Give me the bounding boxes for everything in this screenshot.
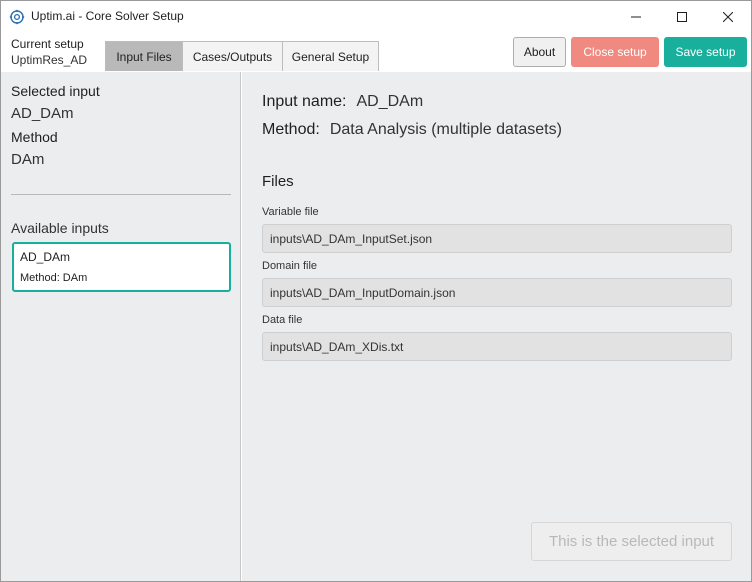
method-label: Method [11,129,58,145]
tab-general-setup[interactable]: General Setup [282,41,379,71]
files-title: Files [262,173,294,190]
about-button[interactable]: About [513,37,566,67]
available-inputs-label: Available inputs [11,220,109,236]
title-bar: Uptim.ai - Core Solver Setup [1,1,751,32]
variable-file-label: Variable file [262,206,319,218]
list-item-input-ad-dam[interactable]: AD_DAm Method: DAm [12,242,231,292]
tab-cases-outputs[interactable]: Cases/Outputs [182,41,283,71]
selected-input-value: AD_DAm [11,105,74,122]
sidebar-divider [11,194,231,195]
variable-file-field[interactable] [262,224,732,253]
input-card-name: AD_DAm [20,250,71,264]
current-setup-label: Current setup [11,37,84,51]
main-panel: Input name: AD_DAm Method: Data Analysis (… [242,72,751,581]
method-heading: Method: Data Analysis (multiple datasets) [262,121,562,139]
app-window: Uptim.ai - Core Solver Setup Current set… [0,0,752,582]
minimize-button[interactable] [613,1,659,32]
close-setup-button[interactable]: Close setup [571,37,659,67]
method-value: DAm [11,151,45,168]
save-setup-button[interactable]: Save setup [664,37,747,67]
selected-input-label: Selected input [11,83,100,99]
window-title: Uptim.ai - Core Solver Setup [31,9,184,23]
sidebar: Selected input AD_DAm Method DAm Availab… [1,72,241,581]
main-method-value: Data Analysis (multiple datasets) [329,121,562,138]
input-name-value: AD_DAm [356,93,424,110]
input-name-label: Input name: [262,93,347,110]
data-file-field[interactable] [262,332,732,361]
close-window-button[interactable] [705,1,751,32]
domain-file-label: Domain file [262,260,318,272]
maximize-button[interactable] [659,1,705,32]
close-icon [722,7,734,26]
input-name-heading: Input name: AD_DAm [262,93,423,111]
maximize-icon [677,7,687,26]
data-file-label: Data file [262,314,303,326]
gear-atom-icon [9,9,25,25]
minimize-icon [631,7,641,26]
tab-input-files[interactable]: Input Files [105,41,183,71]
main-method-label: Method: [262,121,320,138]
current-setup-value: UptimRes_AD [11,53,88,67]
input-card-method: Method: DAm [20,272,88,284]
selected-input-button[interactable]: This is the selected input [531,522,732,561]
domain-file-field[interactable] [262,278,732,307]
top-toolbar: Current setup UptimRes_AD Input Files Ca… [1,32,751,72]
